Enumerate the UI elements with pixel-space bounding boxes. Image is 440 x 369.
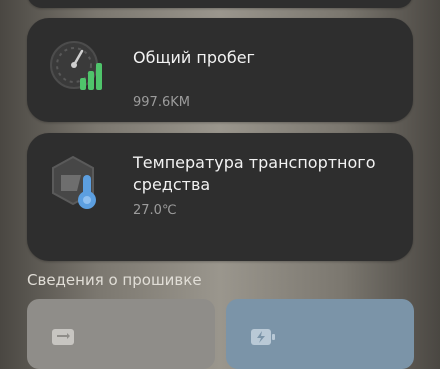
temperature-card[interactable]: Температура транспортного средства 27.0℃ xyxy=(27,133,413,261)
battery-tile[interactable] xyxy=(226,299,414,369)
firmware-tile[interactable] xyxy=(27,299,215,369)
odometer-gauge-icon xyxy=(47,38,109,100)
odometer-title: Общий пробег xyxy=(133,48,255,67)
odometer-card[interactable]: Общий пробег 997.6KM xyxy=(27,18,413,122)
temperature-value: 27.0℃ xyxy=(133,203,177,218)
previous-card[interactable] xyxy=(27,0,413,8)
vehicle-temperature-icon xyxy=(47,153,109,215)
firmware-section-title: Сведения о прошивке xyxy=(27,271,202,289)
battery-charge-icon xyxy=(250,328,276,350)
temperature-title: Температура транспортного средства xyxy=(133,153,376,194)
odometer-value: 997.6KM xyxy=(133,95,190,110)
firmware-module-icon xyxy=(51,328,75,350)
